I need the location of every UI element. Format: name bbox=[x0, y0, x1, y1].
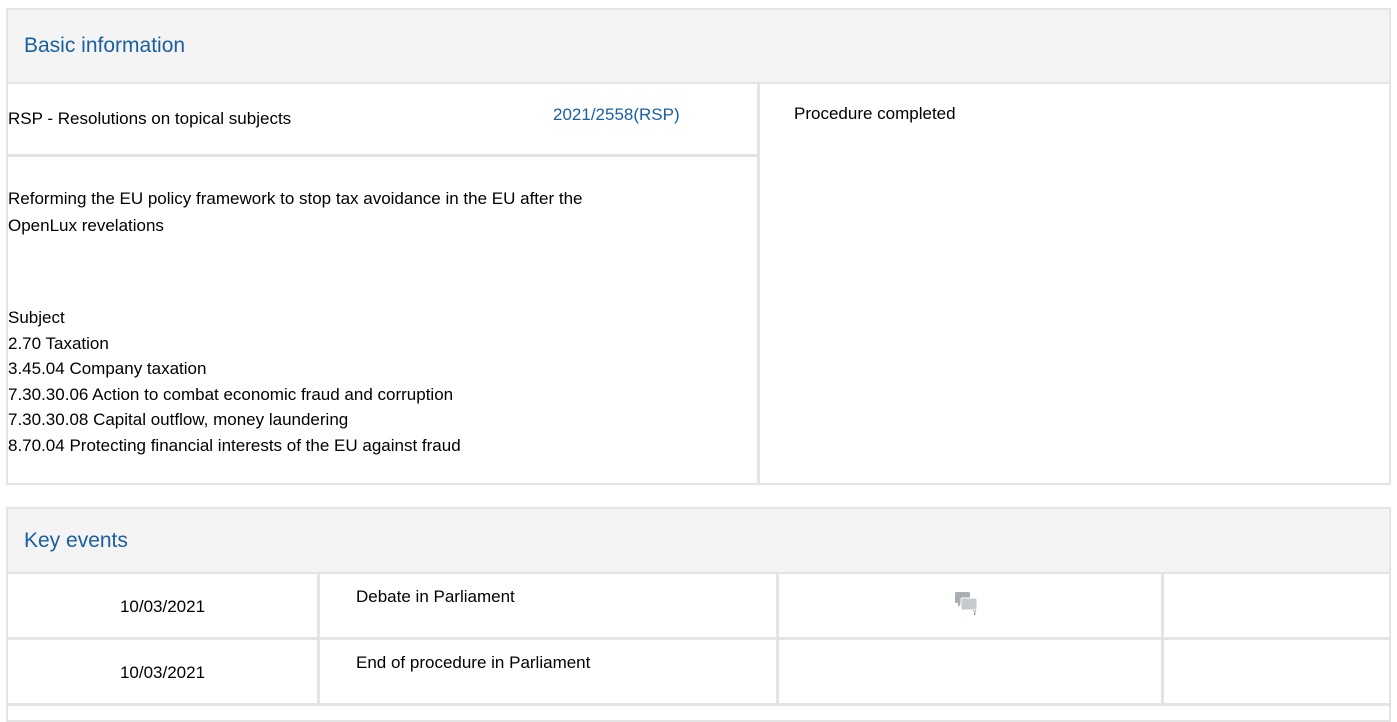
procedure-title-line-2: OpenLux revelations bbox=[8, 216, 164, 235]
procedure-type: RSP - Resolutions on topical subjects bbox=[8, 109, 292, 128]
subject-item: 3.45.04 Company taxation bbox=[8, 359, 207, 378]
subject-label: Subject bbox=[8, 308, 65, 327]
event-summary-cell bbox=[1164, 574, 1389, 637]
procedure-details-column: RSP - Resolutions on topical subjects 20… bbox=[8, 84, 760, 483]
event-documents-cell bbox=[779, 640, 1164, 703]
key-events-panel: Key events 10/03/2021 Debate in Parliame… bbox=[6, 507, 1391, 722]
event-documents-cell bbox=[779, 574, 1164, 637]
subject-item: 7.30.30.08 Capital outflow, money launde… bbox=[8, 410, 349, 429]
event-date: 10/03/2021 bbox=[119, 597, 206, 616]
event-name-cell: End of procedure in Parliament bbox=[320, 640, 779, 703]
procedure-title-line-1: Reforming the EU policy framework to sto… bbox=[8, 189, 583, 208]
debate-speech-bubbles-icon[interactable] bbox=[954, 591, 980, 615]
event-summary-cell bbox=[1164, 640, 1389, 703]
subject-item: 2.70 Taxation bbox=[8, 333, 109, 353]
event-row: 10/03/2021 Debate in Parliament bbox=[8, 574, 1389, 640]
basic-information-body: RSP - Resolutions on topical subjects 20… bbox=[8, 84, 1389, 483]
procedure-row: RSP - Resolutions on topical subjects 20… bbox=[8, 84, 757, 157]
procedure-title: Reforming the EU policy framework to sto… bbox=[8, 185, 768, 239]
event-name: End of procedure in Parliament bbox=[356, 653, 591, 672]
basic-information-header: Basic information bbox=[8, 10, 1389, 84]
key-events-title: Key events bbox=[24, 528, 128, 552]
event-name-cell: Debate in Parliament bbox=[320, 574, 779, 637]
procedure-reference-link[interactable]: 2021/2558(RSP) bbox=[553, 105, 680, 125]
basic-information-title: Basic information bbox=[24, 34, 186, 57]
key-events-header: Key events bbox=[8, 509, 1389, 574]
subject-item: 7.30.30.06 Action to combat economic fra… bbox=[8, 384, 454, 404]
event-name: Debate in Parliament bbox=[356, 587, 515, 606]
event-row: 10/03/2021 End of procedure in Parliamen… bbox=[8, 640, 1389, 706]
event-date-cell: 10/03/2021 bbox=[8, 574, 320, 637]
procedure-status: Procedure completed bbox=[794, 104, 956, 123]
event-date: 10/03/2021 bbox=[119, 663, 206, 682]
subject-list: Subject 2.70 Taxation 3.45.04 Company ta… bbox=[8, 305, 461, 458]
basic-information-panel: Basic information RSP - Resolutions on t… bbox=[6, 8, 1391, 485]
event-date-cell: 10/03/2021 bbox=[8, 640, 320, 703]
subject-item: 8.70.04 Protecting financial interests o… bbox=[8, 435, 461, 455]
